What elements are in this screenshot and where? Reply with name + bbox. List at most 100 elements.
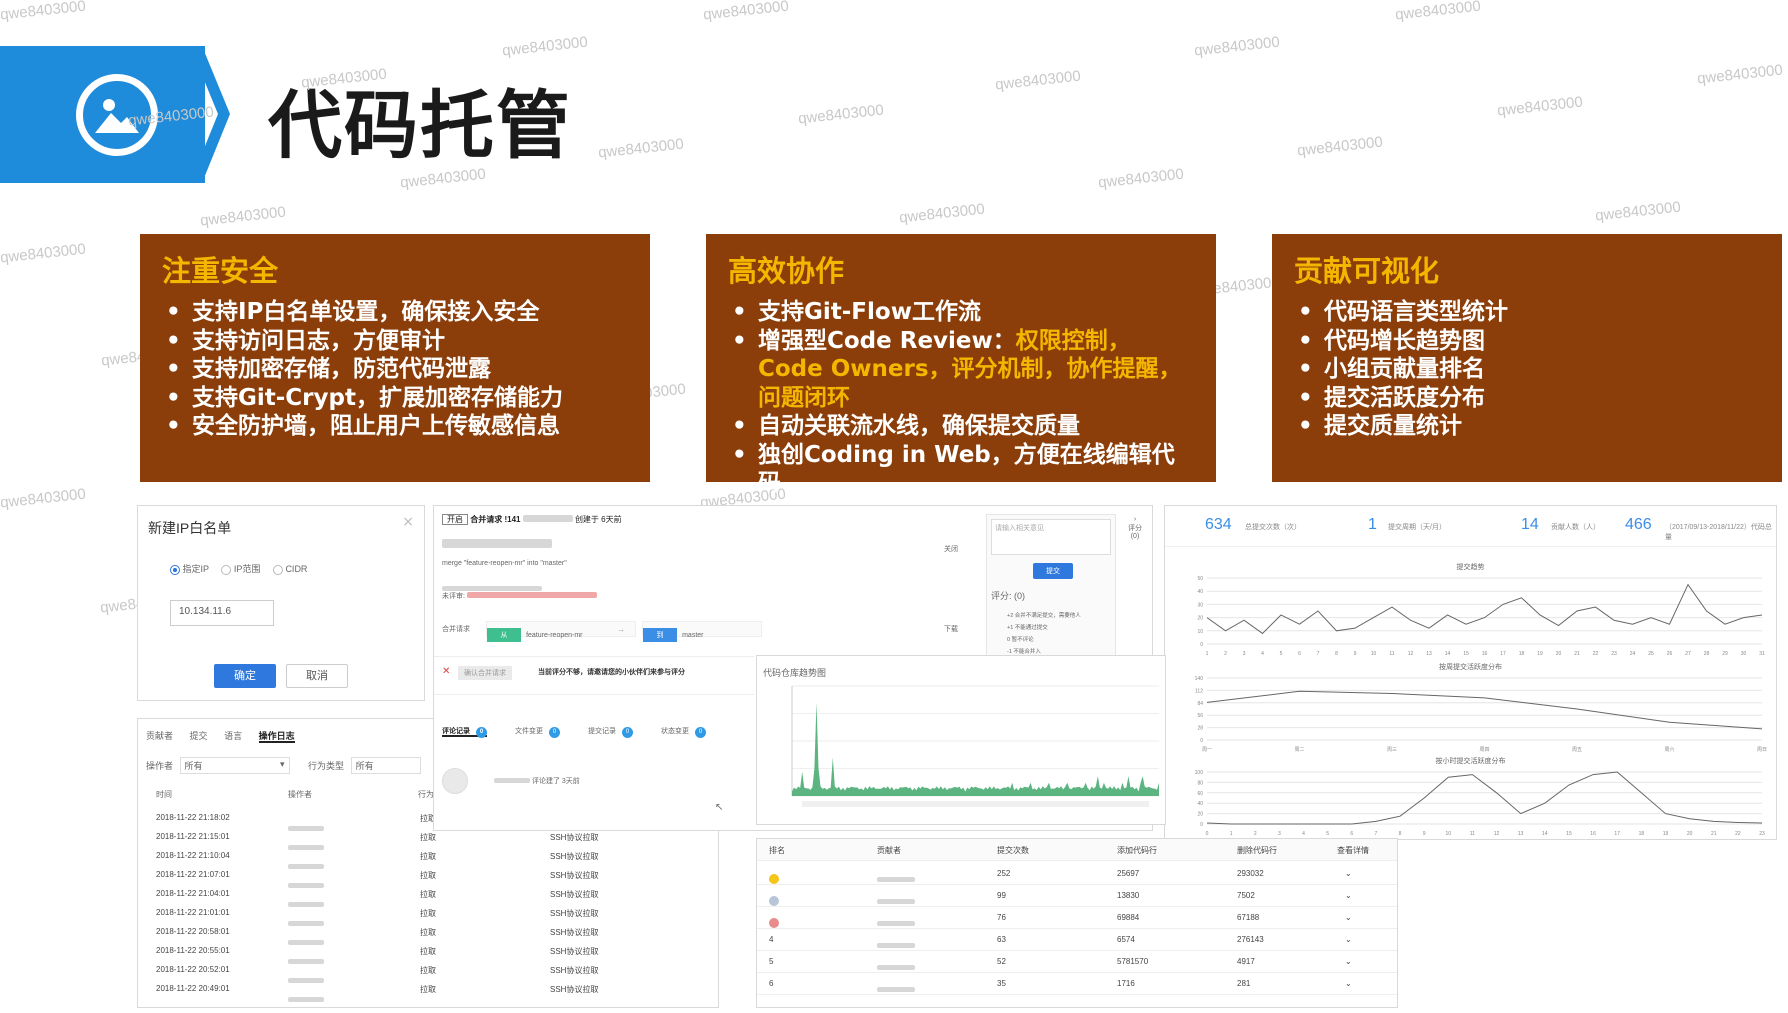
operator-select[interactable]: 所有 ▾ xyxy=(179,757,290,774)
x-tick-label: 17 xyxy=(1614,831,1620,837)
log-time: 2018-11-22 21:15:01 xyxy=(156,832,230,841)
feature-item: 提交活跃度分布 xyxy=(1294,384,1760,413)
score-rule: 0 暂不评论 xyxy=(1007,637,1034,643)
close-icon[interactable]: × xyxy=(402,514,414,530)
chevron-down-icon[interactable]: ⌄ xyxy=(1345,957,1352,966)
chevron-down-icon[interactable]: ⌄ xyxy=(1345,891,1352,900)
x-tick-label: 10 xyxy=(1371,651,1377,657)
type-select[interactable]: 所有 xyxy=(350,757,421,774)
visualization-panel: 贡献可视化 代码语言类型统计 代码增长趋势图 小组贡献量排名 提交活跃度分布 提… xyxy=(1272,234,1782,482)
column-header: 排名 xyxy=(769,846,785,855)
rank-commits: 252 xyxy=(997,869,1011,878)
radio-range[interactable] xyxy=(221,564,232,575)
panel-title: 注重安全 xyxy=(162,254,279,288)
review-input[interactable]: 请输入相关意见 xyxy=(991,519,1111,555)
ranking-header: 排名 贡献者 提交次数 添加代码行 删除代码行 查看详情 xyxy=(757,839,1397,861)
cancel-button[interactable]: 取消 xyxy=(286,664,348,688)
y-tick-label: 56 xyxy=(1197,713,1203,719)
tab-languages[interactable]: 语言 xyxy=(224,731,242,741)
series-line xyxy=(1206,583,1763,635)
ip-input[interactable]: 10.134.11.6 xyxy=(170,600,274,626)
x-tick-label: 19 xyxy=(1537,651,1543,657)
chart-title: 提交趋势 xyxy=(1456,564,1485,571)
branch-label: 合并请求 xyxy=(442,626,470,633)
x-tick-label: 15 xyxy=(1566,831,1572,837)
feature-item: 独创Coding in Web，方便在线编辑代码 xyxy=(728,441,1194,498)
radio-label: IP范围 xyxy=(233,564,261,574)
mr-created: 创建于 6天前 xyxy=(574,515,622,524)
log-type: 拉取 xyxy=(420,909,436,918)
x-tick-label: 13 xyxy=(1426,651,1432,657)
column-header: 操作者 xyxy=(288,790,312,799)
table-row: 252 25697 293032 ⌄ xyxy=(757,863,1397,885)
watermark: qwe8403000 xyxy=(597,135,685,162)
download-button[interactable]: 下载 xyxy=(944,624,958,634)
x-tick-label: 23 xyxy=(1611,651,1617,657)
close-button[interactable]: 关闭 xyxy=(944,544,958,554)
watermark: qwe8403000 xyxy=(1696,61,1784,88)
log-detail: SSH协议拉取 xyxy=(550,928,599,937)
score-label: 评分: xyxy=(991,591,1012,601)
x-tick-label: 29 xyxy=(1722,651,1728,657)
mr-tab[interactable]: 评论记录 0 xyxy=(442,727,487,738)
tab-contributors[interactable]: 贡献者 xyxy=(146,731,173,741)
table-row: 76 69884 67188 ⌄ xyxy=(757,907,1397,929)
tab-label: 提交记录 xyxy=(588,728,616,735)
redacted-text xyxy=(522,515,573,522)
chevron-down-icon[interactable]: ⌄ xyxy=(1345,913,1352,922)
score-rules: +2 合并不满足提交，需要他人 +1 不能通过提交 0 暂不评论 -1 不能合并入 xyxy=(1007,610,1081,658)
activity-area xyxy=(792,702,1159,796)
y-tick-label: 40 xyxy=(1197,801,1203,807)
review-box: 请输入相关意见 提交 评分: (0) +2 合并不满足提交，需要他人 +1 不能通… xyxy=(986,514,1116,664)
feature-item: 支持Git-Flow工作流 xyxy=(728,298,1194,327)
table-row: 6 35 1716 281 ⌄ xyxy=(757,973,1397,995)
rank-commits: 52 xyxy=(997,957,1006,966)
avatar xyxy=(442,768,468,794)
table-row: 2018-11-22 21:15:01 拉取 SSH协议拉取 xyxy=(138,830,718,850)
mr-tab[interactable]: 提交记录 0 xyxy=(588,727,633,738)
mr-tab[interactable]: 状态变更 0 xyxy=(661,727,706,738)
table-row: 2018-11-22 21:07:01 拉取 SSH协议拉取 xyxy=(138,868,718,888)
feature-list: 支持IP白名单设置，确保接入安全 支持访问日志，方便审计 支持加密存储，防范代码… xyxy=(162,298,628,441)
column-header: 时间 xyxy=(156,790,172,799)
column-header: 贡献者 xyxy=(877,846,901,855)
x-tick-label: 15 xyxy=(1463,651,1469,657)
mr-tab[interactable]: 文件变更 0 xyxy=(515,727,560,738)
score-value: (0) xyxy=(1014,591,1026,601)
close-icon: ✕ xyxy=(442,666,451,677)
x-tick-label: 9 xyxy=(1354,651,1357,657)
score-warning: 当前评分不够，请邀请您的小伙伴们来参与评分 xyxy=(538,669,685,676)
confirm-button[interactable]: 确定 xyxy=(214,664,276,688)
table-row: 2018-11-22 20:58:01 拉取 SSH协议拉取 xyxy=(138,925,718,945)
mr-tabs: 评论记录 0 文件变更 0 提交记录 0 状态变更 0 xyxy=(442,726,734,738)
x-tick-label: 26 xyxy=(1667,651,1673,657)
chevron-down-icon[interactable]: ⌄ xyxy=(1345,979,1352,988)
chevron-down-icon[interactable]: ⌄ xyxy=(1345,869,1352,878)
x-tick-label: 0 xyxy=(1206,831,1209,837)
to-tag: 到 xyxy=(643,628,677,642)
submit-button[interactable]: 提交 xyxy=(1033,563,1073,579)
radio-ip[interactable] xyxy=(170,564,180,575)
x-tick-label: 周二 xyxy=(1294,747,1304,753)
redacted-user xyxy=(288,987,324,1006)
tab-operation-log[interactable]: 操作日志 xyxy=(258,731,295,743)
merge-button[interactable]: 确认合并请求 xyxy=(458,666,512,680)
rank-added: 25697 xyxy=(1117,869,1140,878)
x-tick-label: 24 xyxy=(1630,651,1636,657)
y-tick-label: 84 xyxy=(1197,701,1203,707)
tab-commits[interactable]: 提交 xyxy=(190,731,208,741)
feature-item: 增强型Code Review：权限控制，Code Owners，评分机制，协作提… xyxy=(728,327,1194,413)
activity-area-chart xyxy=(791,685,1159,807)
x-tick-label: 22 xyxy=(1593,651,1599,657)
log-type: 拉取 xyxy=(420,966,436,975)
x-tick-label: 30 xyxy=(1741,651,1747,657)
redacted-text xyxy=(877,877,915,882)
x-tick-label: 周一 xyxy=(1202,747,1212,753)
radio-label: 指定IP xyxy=(182,564,209,574)
x-tick-label: 12 xyxy=(1494,831,1500,837)
rank-deleted: 281 xyxy=(1237,979,1251,988)
radio-cidr[interactable] xyxy=(272,564,283,575)
chevron-down-icon[interactable]: ⌄ xyxy=(1345,935,1352,944)
log-type: 拉取 xyxy=(420,985,436,994)
x-tick-label: 16 xyxy=(1590,831,1596,837)
